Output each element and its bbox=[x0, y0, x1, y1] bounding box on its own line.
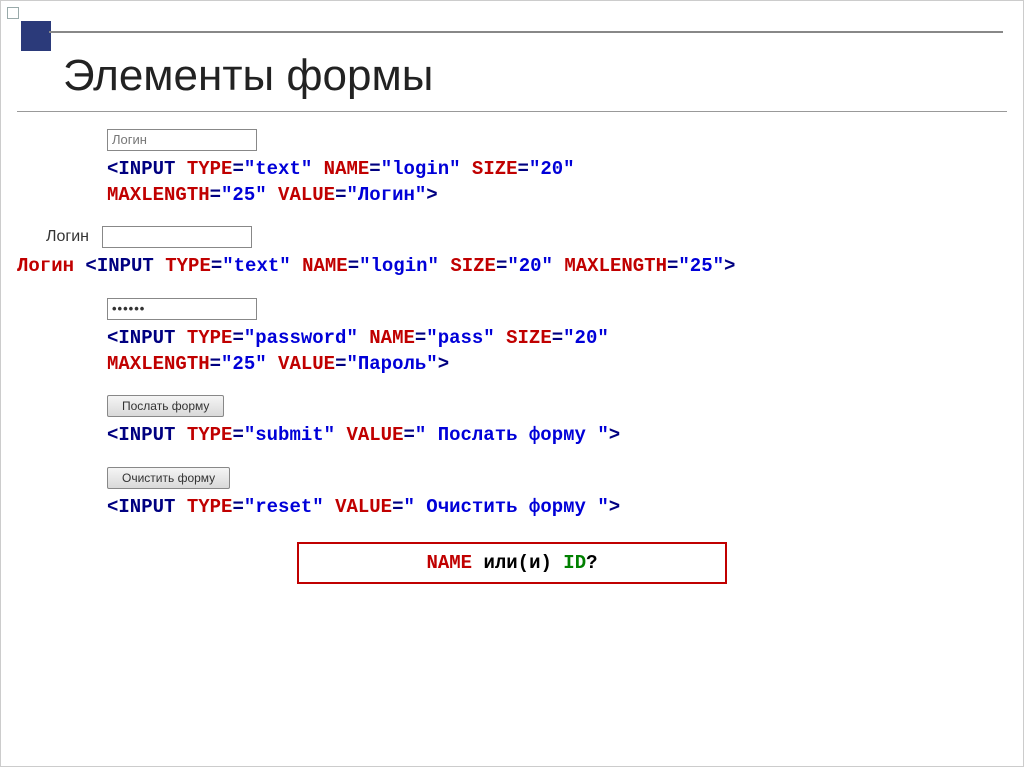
code-block-5: <INPUT TYPE="reset" VALUE=" Очистить фор… bbox=[107, 495, 1007, 521]
code-block-2: Логин <INPUT TYPE="text" NAME="login" SI… bbox=[17, 254, 1007, 280]
callout-box: NAME или(и) ID? bbox=[297, 542, 727, 584]
callout-text: NAME или(и) ID? bbox=[426, 552, 597, 574]
slide: Элементы формы Логин <INPUT TYPE="text" … bbox=[0, 0, 1024, 767]
top-divider bbox=[49, 31, 1003, 33]
empty-login-input-demo bbox=[102, 226, 252, 248]
code-block-4: <INPUT TYPE="submit" VALUE=" Послать фор… bbox=[107, 423, 1007, 449]
code-block-1: <INPUT TYPE="text" NAME="login" SIZE="20… bbox=[107, 157, 1007, 208]
login-input-demo: Логин bbox=[107, 129, 257, 151]
login-label: Логин bbox=[17, 228, 97, 246]
code-2-prefix: Логин bbox=[17, 255, 74, 277]
code-block-3: <INPUT TYPE="password" NAME="pass" SIZE=… bbox=[107, 326, 1007, 377]
password-input-demo: •••••• bbox=[107, 298, 257, 320]
content-area: Логин <INPUT TYPE="text" NAME="login" SI… bbox=[17, 129, 1007, 754]
slide-title: Элементы формы bbox=[63, 51, 433, 101]
title-underline bbox=[17, 111, 1007, 112]
reset-button-demo: Очистить форму bbox=[107, 467, 230, 489]
submit-button-demo: Послать форму bbox=[107, 395, 224, 417]
